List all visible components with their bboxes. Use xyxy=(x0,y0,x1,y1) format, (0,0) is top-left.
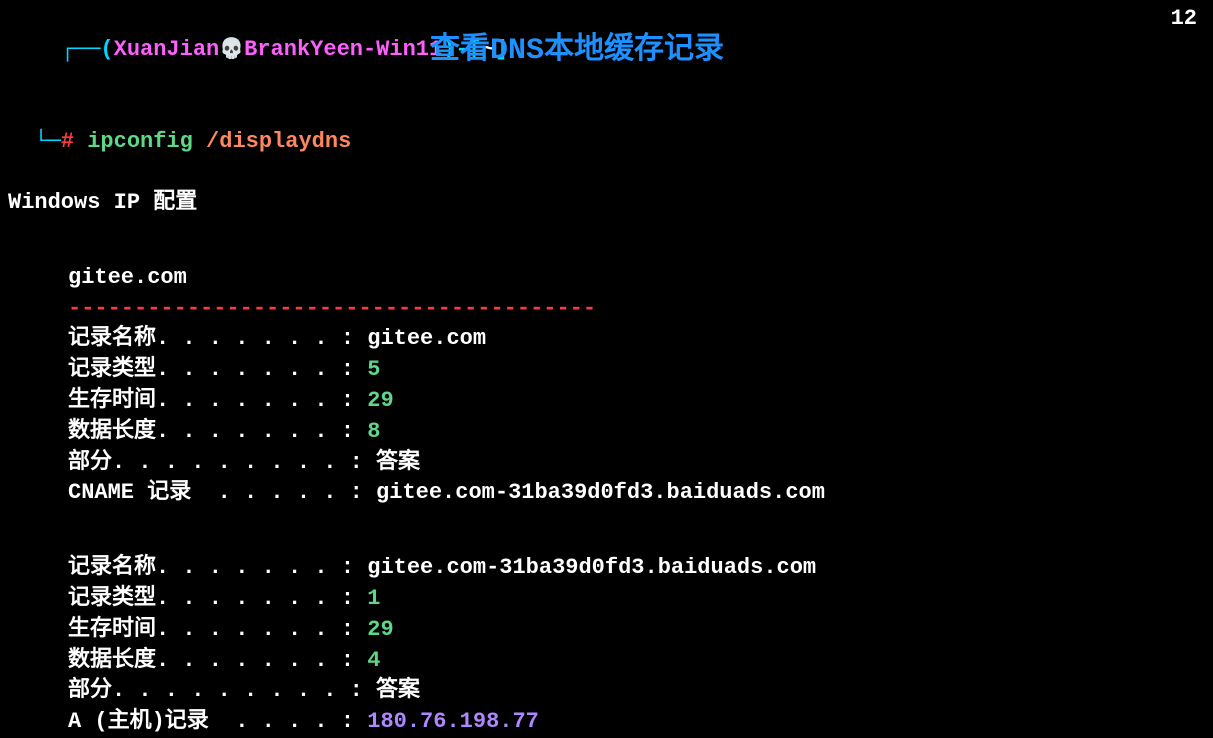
prompt-hash: # xyxy=(61,129,74,154)
prompt-bracket-open: ┌──( xyxy=(61,37,114,62)
rec2-type: 记录类型. . . . . . . : 1 xyxy=(8,584,1205,615)
rec2-arecord: A (主机)记录 . . . . : 180.76.198.77 xyxy=(8,707,1205,738)
rec1-name: 记录名称. . . . . . . : gitee.com xyxy=(8,324,1205,355)
output-heading: Windows IP 配置 xyxy=(8,188,1205,219)
command-name: ipconfig xyxy=(87,129,193,154)
rec1-cname: CNAME 记录 . . . . . : gitee.com-31ba39d0f… xyxy=(8,478,1205,509)
rec2-len: 数据长度. . . . . . . : 4 xyxy=(8,646,1205,677)
prompt-host: BrankYeen-Win11 xyxy=(244,37,442,62)
top-right-number: 12 xyxy=(1171,4,1197,35)
rec1-section: 部分. . . . . . . . . : 答案 xyxy=(8,448,1205,479)
command-arg: /displaydns xyxy=(206,129,351,154)
rec1-ttl: 生存时间. . . . . . . : 29 xyxy=(8,386,1205,417)
rec1-len: 数据长度. . . . . . . : 8 xyxy=(8,417,1205,448)
rec2-section: 部分. . . . . . . . . : 答案 xyxy=(8,676,1205,707)
divider: ---------------------------------------- xyxy=(8,294,1205,325)
rec2-name: 记录名称. . . . . . . : gitee.com-31ba39d0fd… xyxy=(8,553,1205,584)
skull-icon: 💀 xyxy=(219,37,244,65)
domain-header: gitee.com xyxy=(8,263,1205,294)
rec1-type: 记录类型. . . . . . . : 5 xyxy=(8,355,1205,386)
prompt-user: XuanJian xyxy=(114,37,220,62)
prompt-lead: └─ xyxy=(34,129,60,154)
rec2-ttl: 生存时间. . . . . . . : 29 xyxy=(8,615,1205,646)
annotation-text: 查看DNS本地缓存记录 xyxy=(430,30,724,72)
prompt-line-2[interactable]: └─# ipconfig /displaydns xyxy=(8,96,1205,158)
